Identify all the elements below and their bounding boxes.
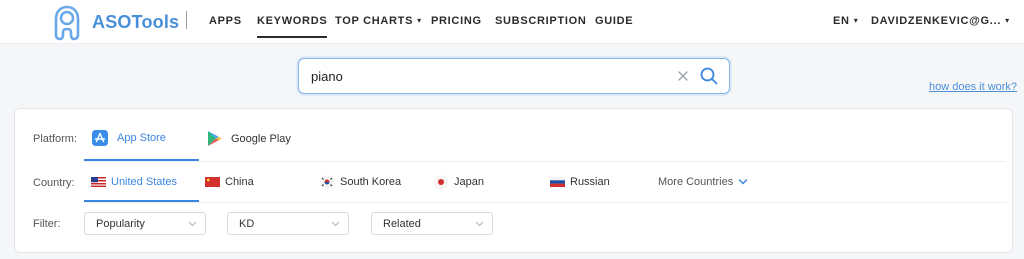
brand-name[interactable]: ASOTools [92, 12, 179, 33]
related-select[interactable]: Related [371, 212, 493, 235]
nav-guide[interactable]: GUIDE [595, 15, 633, 27]
south-korea-flag-icon [320, 175, 334, 189]
search-icon[interactable] [699, 66, 719, 86]
platform-label: Platform: [33, 133, 78, 145]
kd-select-value: KD [239, 218, 255, 230]
country-tab-united-states[interactable]: United States [91, 176, 177, 188]
search-input[interactable]: piano [298, 58, 730, 94]
us-flag-icon [91, 177, 106, 187]
popularity-select[interactable]: Popularity [84, 212, 206, 235]
language-label: EN [833, 15, 850, 27]
top-navigation: ASOTools APPS KEYWORDS TOP CHARTS ▾ PRICI… [0, 0, 1024, 44]
asotools-logo-icon[interactable] [50, 5, 84, 41]
caret-down-icon: ▾ [1005, 16, 1010, 25]
account-menu[interactable]: DAVIDZENKEVIC@G... ▾ [871, 15, 1010, 27]
country-tab-japan[interactable]: Japan [434, 175, 484, 189]
app-store-icon [92, 130, 108, 146]
caret-down-icon: ▾ [417, 16, 422, 25]
platform-label-google-play: Google Play [231, 132, 291, 145]
nav-top-charts[interactable]: TOP CHARTS ▾ [335, 15, 422, 27]
row-divider [84, 202, 1006, 203]
google-play-icon [208, 131, 222, 146]
related-select-value: Related [383, 218, 421, 230]
nav-subscription[interactable]: SUBSCRIPTION [495, 15, 587, 27]
filter-label: Filter: [33, 218, 61, 230]
caret-down-icon: ▾ [853, 16, 859, 25]
country-label-united-states: United States [111, 176, 178, 188]
language-selector[interactable]: EN ▾ [833, 15, 858, 27]
nav-keywords[interactable]: KEYWORDS [257, 15, 328, 38]
popularity-select-value: Popularity [96, 218, 145, 230]
platform-label-app-store: App Store [117, 132, 166, 144]
account-email: DAVIDZENKEVIC@G... [871, 15, 1002, 27]
country-label-china: China [225, 176, 254, 188]
japan-flag-icon [434, 175, 448, 189]
country-tab-russian[interactable]: Russian [550, 176, 610, 188]
filter-panel: Platform: App Store Google Play Country: [14, 108, 1013, 253]
how-does-it-work-link[interactable]: how does it work? [929, 81, 1017, 93]
nav-pricing[interactable]: PRICING [431, 15, 482, 27]
country-label-japan: Japan [454, 176, 484, 188]
chevron-down-icon [475, 221, 484, 227]
platform-tab-app-store[interactable]: App Store [92, 130, 166, 146]
country-label-russian: Russian [570, 176, 610, 188]
country-label: Country: [33, 177, 75, 189]
more-countries-dropdown[interactable]: More Countries [658, 176, 748, 188]
chevron-down-icon [188, 221, 197, 227]
chevron-down-icon [738, 179, 748, 185]
platform-tab-google-play[interactable]: Google Play [207, 130, 291, 147]
russia-flag-icon [550, 177, 565, 187]
brand-divider [186, 11, 187, 29]
china-flag-icon [205, 177, 220, 187]
clear-icon[interactable] [675, 68, 691, 84]
nav-top-charts-label: TOP CHARTS [335, 15, 414, 27]
chevron-down-icon [331, 221, 340, 227]
row-divider [84, 161, 1006, 162]
more-countries-label: More Countries [658, 176, 734, 188]
search-query[interactable]: piano [311, 69, 343, 84]
country-label-south-korea: South Korea [340, 176, 402, 188]
nav-apps[interactable]: APPS [209, 15, 242, 27]
kd-select[interactable]: KD [227, 212, 349, 235]
country-tab-china[interactable]: China [205, 176, 254, 188]
country-tab-south-korea[interactable]: South Korea [320, 175, 401, 189]
